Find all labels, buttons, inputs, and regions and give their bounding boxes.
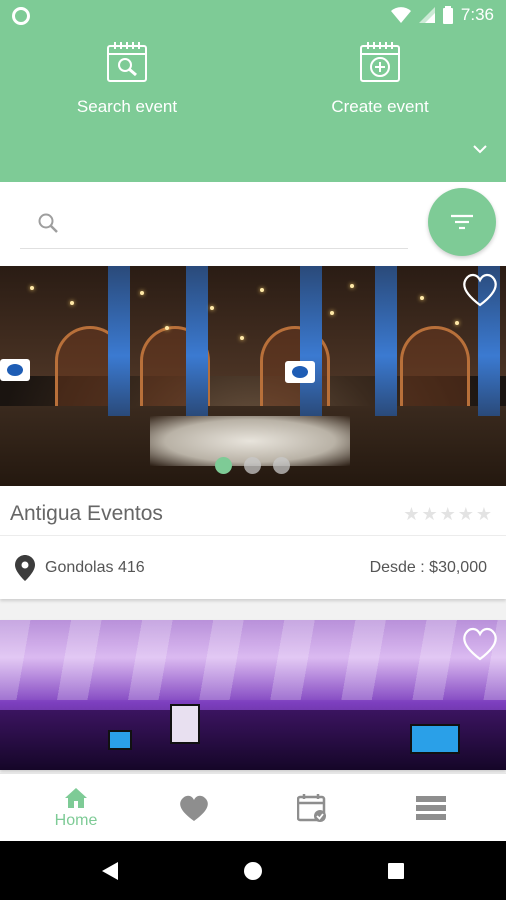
status-bar: 7:36 [0, 0, 506, 32]
search-bar [0, 182, 506, 266]
create-event-label: Create event [331, 97, 429, 116]
signal-icon [418, 7, 435, 23]
battery-icon [442, 6, 453, 24]
calendar-check-icon [297, 794, 326, 822]
carousel-dot[interactable] [244, 457, 261, 474]
heart-icon [180, 795, 208, 821]
calendar-search-icon [107, 42, 147, 82]
venue-address: Gondolas 416 [45, 559, 145, 576]
nav-home-label: Home [54, 811, 98, 829]
bottom-navigation: Home [0, 773, 506, 841]
location-pin-icon [15, 555, 35, 581]
nav-favorites[interactable] [144, 774, 244, 842]
venue-price: Desde : $30,000 [369, 559, 487, 576]
venue-name: Antigua Eventos [10, 502, 163, 525]
filter-button[interactable] [428, 188, 496, 256]
search-event-label: Search event [76, 97, 178, 116]
notification-dot-icon [12, 7, 30, 25]
divider [0, 535, 506, 536]
search-underline [20, 248, 408, 249]
back-icon[interactable] [100, 861, 120, 881]
carousel-dot[interactable] [273, 457, 290, 474]
menu-icon [416, 796, 446, 820]
wifi-icon [390, 7, 411, 23]
venue-card[interactable]: Antigua Eventos ★★★★★ Gondolas 416 Desde… [0, 266, 506, 599]
filter-icon [451, 214, 473, 230]
venue-photo[interactable] [0, 266, 506, 486]
home-icon [65, 787, 87, 808]
search-input[interactable] [70, 206, 400, 240]
recent-apps-icon[interactable] [386, 861, 406, 881]
chevron-down-icon[interactable] [472, 144, 488, 154]
favorite-heart-icon[interactable] [460, 626, 500, 662]
watermark-icon [285, 361, 315, 383]
carousel-dot[interactable] [215, 457, 232, 474]
favorite-heart-icon[interactable] [460, 272, 500, 308]
venue-photo[interactable] [0, 620, 506, 770]
nav-menu[interactable] [381, 774, 481, 842]
header: Search event Create event [0, 32, 506, 182]
calendar-add-icon [360, 42, 400, 82]
search-icon [38, 213, 58, 233]
rating-stars: ★★★★★ [403, 504, 494, 524]
carousel-indicator [215, 457, 290, 474]
clock: 7:36 [460, 5, 494, 24]
nav-calendar[interactable] [262, 774, 362, 842]
system-navigation-bar [0, 841, 506, 900]
nav-home[interactable]: Home [26, 774, 126, 842]
venue-card[interactable] [0, 620, 506, 770]
create-event-button[interactable]: Create event [280, 40, 480, 117]
watermark-icon [0, 359, 30, 381]
home-circle-icon[interactable] [243, 861, 263, 881]
search-event-button[interactable]: Search event [27, 40, 227, 117]
